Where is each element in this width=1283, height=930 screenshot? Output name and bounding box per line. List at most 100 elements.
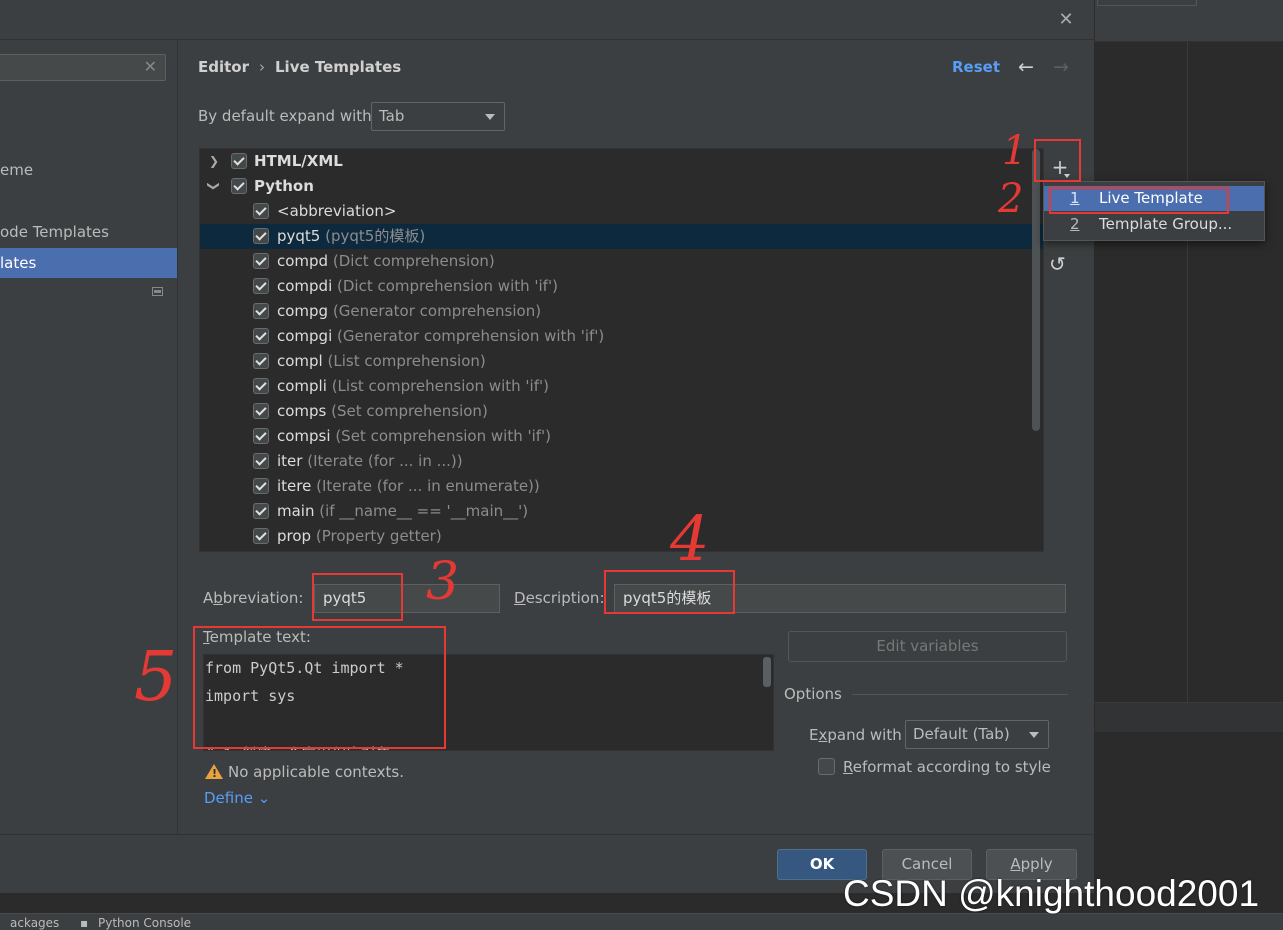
annotation-number: 1 xyxy=(1002,128,1028,174)
forward-arrow-icon[interactable]: → xyxy=(1053,56,1069,78)
template-checkbox[interactable] xyxy=(253,528,269,544)
menu-item-template-group[interactable]: 2 Template Group... xyxy=(1044,212,1264,237)
template-checkbox[interactable] xyxy=(253,428,269,444)
chevron-down-icon xyxy=(485,114,495,120)
annotation-box-template-text xyxy=(193,626,446,749)
template-row[interactable]: comps (Set comprehension) xyxy=(200,399,1043,424)
template-checkbox[interactable] xyxy=(253,228,269,244)
status-python-console[interactable]: Python Console xyxy=(98,916,191,930)
sidebar-item-live-templates[interactable]: lates xyxy=(0,248,177,278)
template-row[interactable]: compsi (Set comprehension with 'if') xyxy=(200,424,1043,449)
reformat-checkbox[interactable] xyxy=(818,758,835,775)
python-console-icon: ▪ xyxy=(80,916,89,930)
description-label: Description: xyxy=(514,589,605,607)
sidebar-item-code-templates[interactable]: ode Templates xyxy=(0,217,109,247)
default-expand-select[interactable]: Tab xyxy=(371,102,505,131)
template-row[interactable]: compd (Dict comprehension) xyxy=(200,249,1043,274)
edit-variables-button[interactable]: Edit variables xyxy=(788,631,1067,662)
tree-group-python[interactable]: ❯ Python xyxy=(200,174,1043,199)
clear-search-icon[interactable]: ✕ xyxy=(144,57,157,76)
template-description: (List comprehension with 'if') xyxy=(331,377,549,395)
ide-tab[interactable] xyxy=(1097,0,1197,6)
template-checkbox[interactable] xyxy=(253,403,269,419)
template-row[interactable]: compg (Generator comprehension) xyxy=(200,299,1043,324)
template-label: compl (List comprehension) xyxy=(277,349,486,374)
template-label: compli (List comprehension with 'if') xyxy=(277,374,549,399)
template-description: (if __name__ == '__main__') xyxy=(319,502,529,520)
template-abbreviation: main xyxy=(277,502,315,520)
template-row[interactable]: pyqt5 (pyqt5的模板) xyxy=(200,224,1043,249)
annotation-number: 4 xyxy=(670,502,710,575)
template-checkbox[interactable] xyxy=(253,253,269,269)
template-checkbox[interactable] xyxy=(253,278,269,294)
template-row[interactable]: compli (List comprehension with 'if') xyxy=(200,374,1043,399)
template-checkbox[interactable] xyxy=(253,478,269,494)
template-row[interactable]: compl (List comprehension) xyxy=(200,349,1043,374)
template-abbreviation: compli xyxy=(277,377,327,395)
chevron-down-icon: ⌄ xyxy=(257,789,271,807)
template-abbreviation: compsi xyxy=(277,427,331,445)
template-abbreviation: prop xyxy=(277,527,312,545)
template-abbreviation: compdi xyxy=(277,277,333,295)
define-contexts-link[interactable]: Define ⌄ xyxy=(204,789,270,807)
group-checkbox[interactable] xyxy=(231,178,247,194)
ide-top-bar xyxy=(1095,0,1283,42)
options-divider xyxy=(852,694,1068,695)
template-row[interactable]: <abbreviation> xyxy=(200,199,1043,224)
template-row[interactable]: compdi (Dict comprehension with 'if') xyxy=(200,274,1043,299)
sidebar-item-scheme[interactable]: eme xyxy=(0,155,33,185)
template-label: main (if __name__ == '__main__') xyxy=(277,499,528,524)
template-description: (Iterate (for ... in enumerate)) xyxy=(316,477,540,495)
annotation-number: 5 xyxy=(134,638,178,717)
template-description: (Dict comprehension with 'if') xyxy=(337,277,558,295)
template-description: (Set comprehension with 'if') xyxy=(335,427,552,445)
status-packages[interactable]: ackages xyxy=(10,916,59,930)
project-scope-icon xyxy=(152,287,163,296)
abbreviation-label: Abbreviation: xyxy=(203,589,304,607)
template-abbreviation: comps xyxy=(277,402,327,420)
template-description: (Dict comprehension) xyxy=(332,252,495,270)
template-row[interactable]: main (if __name__ == '__main__') xyxy=(200,499,1043,524)
chevron-right-icon[interactable]: ❯ xyxy=(209,155,219,167)
chevron-down-icon[interactable]: ❯ xyxy=(207,181,221,191)
template-checkbox[interactable] xyxy=(253,453,269,469)
template-description: (Generator comprehension with 'if') xyxy=(337,327,605,345)
template-label: compdi (Dict comprehension with 'if') xyxy=(277,274,558,299)
dialog-title-bar xyxy=(0,0,1095,40)
reformat-label[interactable]: Reformat according to style xyxy=(843,758,1051,776)
group-name: Python xyxy=(254,177,314,195)
close-icon[interactable]: ✕ xyxy=(1056,10,1076,30)
template-checkbox[interactable] xyxy=(253,303,269,319)
template-label: compgi (Generator comprehension with 'if… xyxy=(277,324,604,349)
tree-group-html-xml[interactable]: ❯ HTML/XML xyxy=(200,149,1043,174)
back-arrow-icon[interactable]: ← xyxy=(1018,56,1034,78)
restore-defaults-icon[interactable]: ↺ xyxy=(1049,252,1066,276)
template-checkbox[interactable] xyxy=(253,503,269,519)
menu-item-number: 2 xyxy=(1070,215,1080,233)
template-label: iter (Iterate (for ... in ...)) xyxy=(277,449,463,474)
group-checkbox[interactable] xyxy=(231,153,247,169)
template-row[interactable]: prop (Property getter) xyxy=(200,524,1043,549)
settings-search-input[interactable]: ✕ xyxy=(0,54,166,81)
template-row[interactable]: compgi (Generator comprehension with 'if… xyxy=(200,324,1043,349)
default-expand-value: Tab xyxy=(379,107,405,125)
template-checkbox[interactable] xyxy=(253,378,269,394)
annotation-number: 3 xyxy=(426,552,460,612)
settings-dialog: ✕ ✕ eme ode Templates lates Editor › Live … xyxy=(0,0,1265,893)
template-checkbox[interactable] xyxy=(253,203,269,219)
tree-scrollbar[interactable] xyxy=(1032,149,1040,431)
template-row[interactable]: itere (Iterate (for ... in enumerate)) xyxy=(200,474,1043,499)
template-description: (Property getter) xyxy=(315,527,442,545)
template-abbreviation: pyqt5 xyxy=(277,227,321,245)
expand-with-select[interactable]: Default (Tab) xyxy=(905,720,1049,749)
group-name: HTML/XML xyxy=(254,152,343,170)
expand-with-value: Default (Tab) xyxy=(913,725,1010,743)
editor-scrollbar[interactable] xyxy=(763,657,771,687)
breadcrumb-editor: Editor xyxy=(198,58,249,76)
template-checkbox[interactable] xyxy=(253,328,269,344)
template-row[interactable]: iter (Iterate (for ... in ...)) xyxy=(200,449,1043,474)
template-label: pyqt5 (pyqt5的模板) xyxy=(277,224,425,249)
template-checkbox[interactable] xyxy=(253,353,269,369)
reset-link[interactable]: Reset xyxy=(952,58,1000,76)
footer-divider xyxy=(0,834,1095,835)
